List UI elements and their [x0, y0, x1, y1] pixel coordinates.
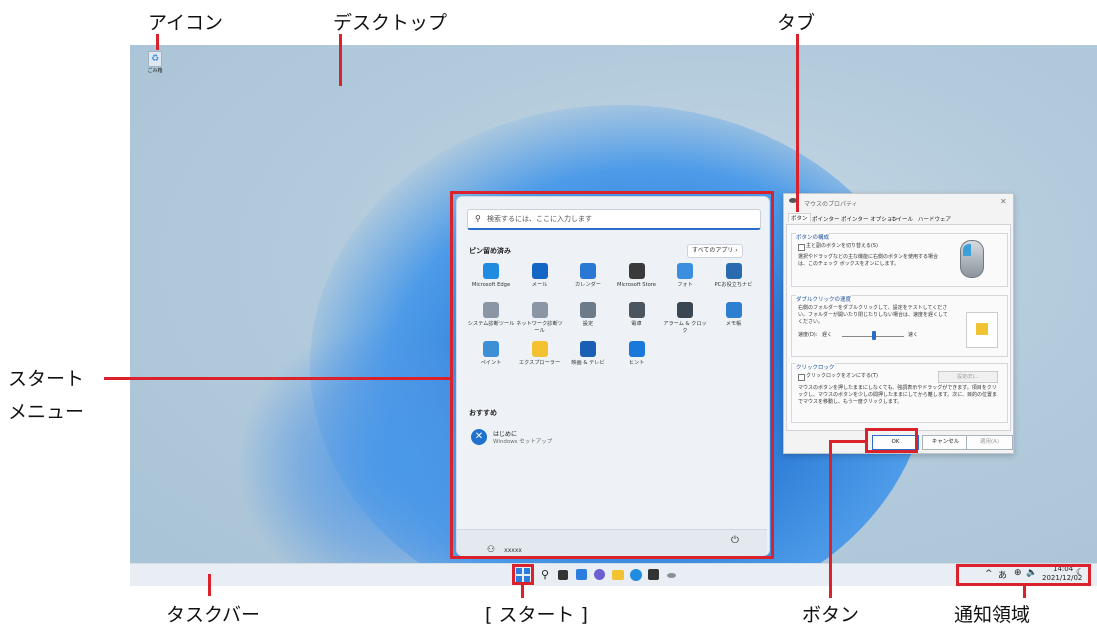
apply-button[interactable]: 適用(A) [966, 435, 1013, 450]
annotation-start-menu-line2: メニュー [8, 401, 85, 423]
taskbar-search-icon[interactable]: ⚲ [538, 568, 552, 582]
group-button-config-text: 選択やドラッグなどの主な機能に右側のボタンを使用する場合は、このチェック ボック… [798, 254, 939, 267]
speed-slider-thumb[interactable] [872, 331, 876, 340]
leader-tab [796, 34, 799, 212]
highlight-notification-area [956, 564, 1091, 586]
leader-taskbar [208, 574, 211, 596]
click-lock-settings-button[interactable]: 設定(E)... [938, 371, 998, 383]
tab-3[interactable]: ホイール [891, 215, 913, 223]
group-click-lock: クリックロック クリックロックをオンにする(T) 設定(E)... マウスのボタ… [791, 363, 1008, 423]
mouse-picture [960, 240, 984, 278]
widgets-icon[interactable] [576, 569, 587, 580]
annotation-start-menu-line1: スタート [8, 368, 85, 390]
recycle-bin-label: ごみ箱 [147, 68, 163, 74]
store-icon[interactable] [648, 569, 659, 580]
tab-panel: ボタンの構成 主と副のボタンを切り替える(S) 選択やドラッグなどの主な機能に右… [786, 224, 1011, 431]
leader-start-menu [104, 377, 450, 380]
click-lock-label: クリックロックをオンにする(T) [806, 373, 879, 379]
mouse-taskbar-icon[interactable] [667, 573, 676, 578]
swap-buttons-label: 主と副のボタンを切り替える(S) [806, 243, 878, 249]
test-folder-icon[interactable] [966, 312, 998, 348]
highlight-ok-button [865, 428, 918, 453]
folder-icon [976, 323, 988, 335]
mouse-properties-dialog: マウスのプロパティ ✕ ボタンの構成 主と副のボタンを切り替える(S) 選択やド… [783, 193, 1014, 454]
group-button-config: ボタンの構成 主と副のボタンを切り替える(S) 選択やドラッグなどの主な機能に右… [791, 233, 1008, 287]
taskbar: ⚲ ^ あ ⊕ 🔈 14:04 2021/12/02 ☾ [130, 563, 1097, 586]
annotation-taskbar: タスクバー [166, 604, 261, 626]
leader-button-h [829, 440, 865, 443]
close-icon[interactable]: ✕ [1000, 197, 1007, 206]
recycle-bin[interactable]: ♻ ごみ箱 [144, 51, 166, 74]
group-double-click-text: 右側のフォルダーをダブルクリックして、設定をテストしてください。フォルダーが開い… [798, 305, 948, 325]
click-lock-checkbox[interactable] [798, 374, 805, 381]
tab-4[interactable]: ハードウェア [918, 215, 951, 223]
annotation-button: ボタン [802, 604, 860, 626]
highlight-start-menu [450, 191, 774, 559]
group-click-lock-text: マウスのボタンを押したままにしなくても、強調表示やドラッグができます。項目をクリ… [798, 385, 998, 405]
leader-start [521, 585, 524, 598]
task-view-icon[interactable] [558, 570, 568, 580]
tab-2[interactable]: ポインター オプション [841, 215, 898, 223]
leader-notification [1023, 586, 1026, 598]
annotation-notification-area: 通知領域 [954, 604, 1031, 626]
leader-icon [156, 34, 159, 50]
leader-button [829, 440, 832, 598]
tab-1[interactable]: ポインター [812, 215, 840, 223]
annotation-start: [ スタート ] [485, 604, 588, 626]
chat-icon[interactable] [594, 569, 605, 580]
group-double-click-title: ダブルクリックの速度 [796, 295, 852, 303]
leader-desktop [339, 34, 342, 86]
tab-0[interactable]: ボタン [788, 213, 811, 222]
group-click-lock-title: クリックロック [796, 363, 835, 371]
group-button-config-title: ボタンの構成 [796, 233, 830, 241]
file-explorer-icon[interactable] [612, 570, 624, 580]
fast-label: 速く [908, 332, 919, 338]
highlight-start-button [512, 564, 534, 585]
mouse-button-highlight [963, 244, 971, 256]
annotation-tab: タブ [777, 12, 816, 34]
annotation-icon: アイコン [148, 12, 224, 34]
swap-buttons-checkbox[interactable] [798, 244, 805, 251]
recycle-bin-icon: ♻ [148, 51, 162, 67]
annotation-desktop: デスクトップ [333, 12, 448, 34]
dialog-title: マウスのプロパティ [804, 201, 858, 208]
group-double-click: ダブルクリックの速度 右側のフォルダーをダブルクリックして、設定をテストしてくだ… [791, 295, 1008, 357]
edge-icon[interactable] [630, 569, 642, 581]
slow-label: 遅く [822, 332, 833, 338]
cancel-button[interactable]: キャンセル [922, 435, 969, 450]
speed-label: 速度(D): [798, 332, 818, 338]
